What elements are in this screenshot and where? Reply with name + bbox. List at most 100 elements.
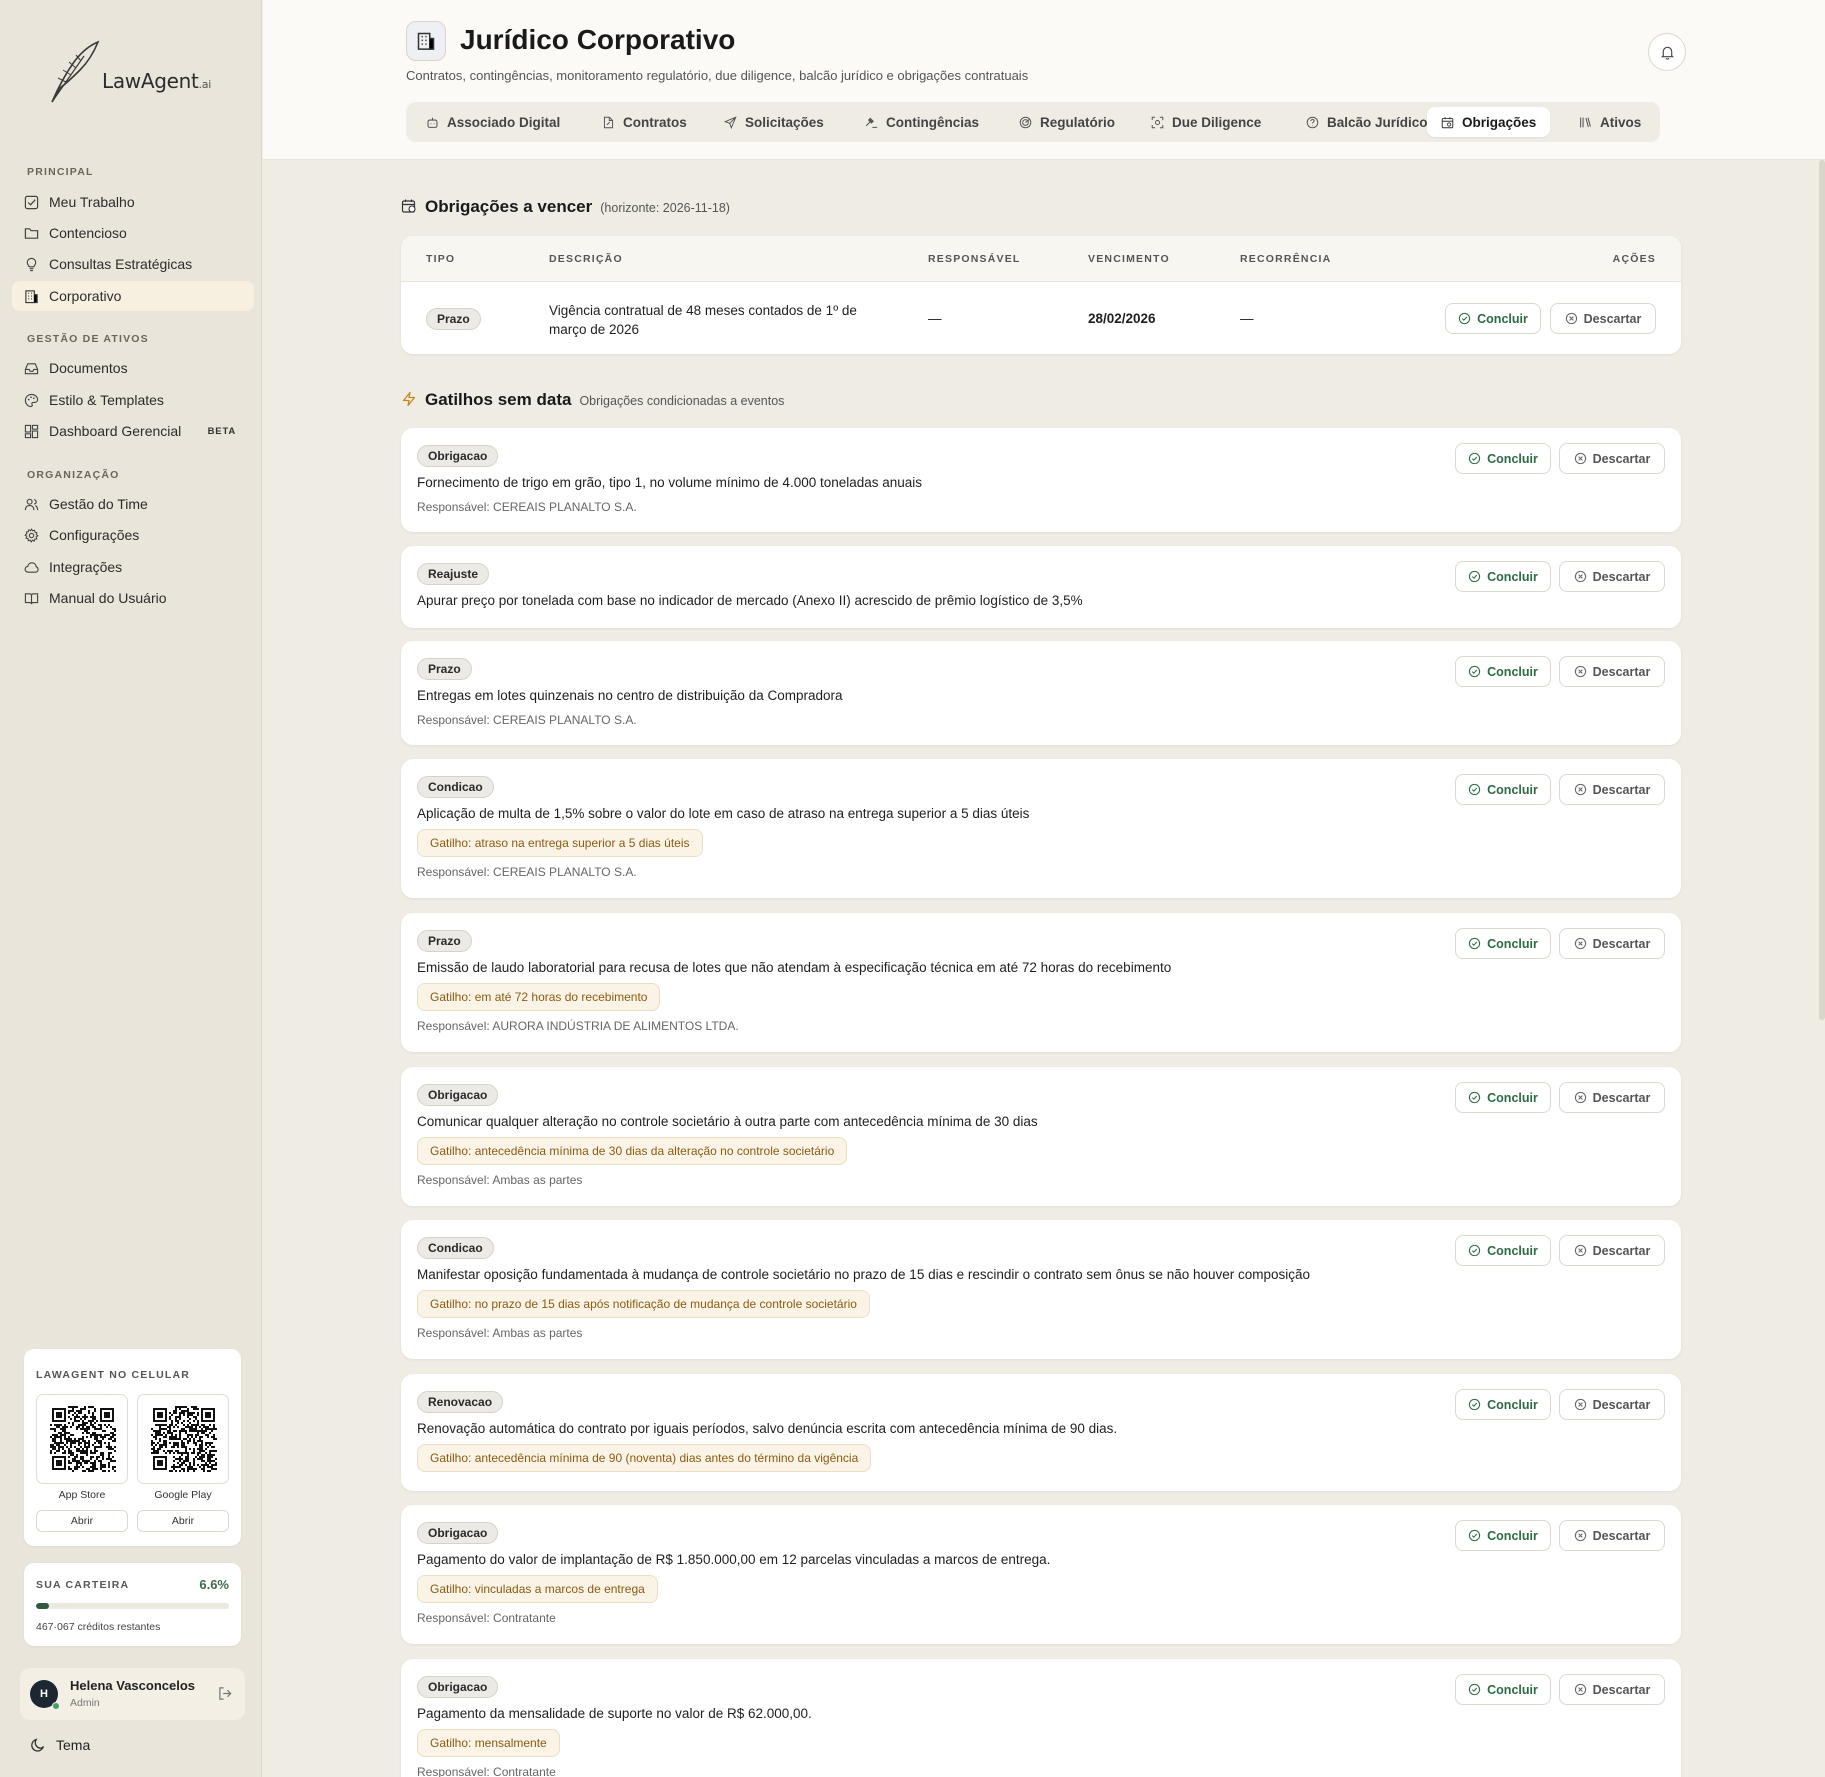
descartar-button[interactable]: Descartar <box>1550 303 1656 334</box>
app-store-open-button[interactable]: Abrir <box>36 1510 128 1532</box>
obligation-card: Condicao Manifestar oposição fundamentada… <box>401 1220 1681 1359</box>
concluir-button[interactable]: Concluir <box>1455 1674 1551 1705</box>
tab-ativos[interactable]: Ativos <box>1565 107 1655 137</box>
x-circle-icon <box>1574 1244 1586 1257</box>
descartar-button[interactable]: Descartar <box>1559 1235 1665 1266</box>
folder-icon <box>24 227 39 239</box>
lightbulb-icon <box>26 257 37 271</box>
building-icon <box>406 21 446 61</box>
column-header-recorrencia: RECORRÊNCIA <box>1240 253 1332 265</box>
concluir-button[interactable]: Concluir <box>1455 774 1551 805</box>
tab-regulatorio[interactable]: Regulatório <box>1005 107 1129 137</box>
tab-label: Obrigações <box>1462 114 1537 130</box>
tab-label: Solicitações <box>745 114 824 130</box>
sidebar-item-integracoes[interactable]: Integrações <box>12 552 254 582</box>
moon-icon <box>31 1738 45 1752</box>
column-header-vencimento: VENCIMENTO <box>1088 253 1170 265</box>
descartar-button[interactable]: Descartar <box>1559 1389 1665 1420</box>
descartar-button[interactable]: Descartar <box>1559 1674 1665 1705</box>
obligation-description: Fornecimento de trigo em grão, tipo 1, n… <box>417 475 923 490</box>
descartar-button[interactable]: Descartar <box>1559 1082 1665 1113</box>
dashboard-icon <box>24 424 39 438</box>
tab-solicitacoes[interactable]: Solicitações <box>710 107 838 137</box>
descartar-button[interactable]: Descartar <box>1559 774 1665 805</box>
trigger-condition: Gatilho: antecedência mínima de 90 (nove… <box>417 1444 872 1472</box>
tab-contingencias[interactable]: Contingências <box>851 107 993 137</box>
concluir-button[interactable]: Concluir <box>1455 561 1551 592</box>
concluir-button[interactable]: Concluir <box>1455 1235 1551 1266</box>
book-icon <box>24 592 39 604</box>
theme-toggle[interactable]: Tema <box>30 1737 90 1753</box>
check-circle-icon <box>1468 665 1481 678</box>
concluir-button[interactable]: Concluir <box>1455 443 1551 474</box>
descartar-button[interactable]: Descartar <box>1559 928 1665 959</box>
x-circle-icon <box>1574 1529 1586 1542</box>
sidebar-item-consultas[interactable]: Consultas Estratégicas <box>12 249 254 279</box>
type-badge: Obrigacao <box>417 445 499 467</box>
sidebar: LawAgent.ai PRINCIPAL Meu Trabalho Conte… <box>0 0 262 1777</box>
tab-bar: Associado Digital Contratos Solicitações… <box>406 102 1660 142</box>
cloud-icon <box>24 561 39 573</box>
obligation-card: Renovacao Renovação automática do contrat… <box>401 1374 1681 1491</box>
scan-icon <box>1151 116 1164 128</box>
concluir-button[interactable]: Concluir <box>1455 928 1551 959</box>
x-circle-icon <box>1574 1091 1586 1104</box>
help-circle-icon <box>1306 116 1319 128</box>
sidebar-item-label: Estilo & Templates <box>49 392 164 408</box>
sidebar-item-meu-trabalho[interactable]: Meu Trabalho <box>12 187 254 217</box>
obligation-card: Prazo Emissão de laudo laboratorial para … <box>401 913 1681 1052</box>
descartar-button[interactable]: Descartar <box>1559 443 1665 474</box>
sidebar-item-corporativo[interactable]: Corporativo <box>12 281 254 311</box>
obligation-responsavel: Responsável: CEREAIS PLANALTO S.A. <box>417 865 637 879</box>
check-circle-icon <box>1468 1529 1481 1542</box>
obligation-description: Emissão de laudo laboratorial para recus… <box>417 960 1172 975</box>
descartar-button[interactable]: Descartar <box>1559 656 1665 687</box>
tab-contratos[interactable]: Contratos <box>588 107 701 137</box>
trigger-condition: Gatilho: atraso na entrega superior a 5 … <box>417 829 703 857</box>
tab-balcao-juridico[interactable]: Balcão Jurídico <box>1292 107 1442 137</box>
descartar-button[interactable]: Descartar <box>1559 561 1665 592</box>
google-play-open-button[interactable]: Abrir <box>137 1510 229 1532</box>
obligation-description: Renovação automática do contrato por igu… <box>417 1421 1118 1436</box>
user-card[interactable]: H Helena Vasconcelos Admin <box>20 1668 245 1720</box>
page-header: Jurídico Corporativo Contratos, contingê… <box>263 0 1825 160</box>
due-table: TIPO DESCRIÇÃO RESPONSÁVEL VENCIMENTO RE… <box>401 236 1681 354</box>
robot-icon <box>427 117 438 128</box>
tab-due-diligence[interactable]: Due Diligence <box>1137 107 1275 137</box>
concluir-button[interactable]: Concluir <box>1455 656 1551 687</box>
sidebar-item-configuracoes[interactable]: Configurações <box>12 520 254 550</box>
notifications-button[interactable] <box>1648 33 1686 71</box>
concluir-button[interactable]: Concluir <box>1455 1389 1551 1420</box>
sidebar-item-documentos[interactable]: Documentos <box>12 353 254 383</box>
logout-icon[interactable] <box>218 1686 233 1701</box>
obligation-responsavel: Responsável: AURORA INDÚSTRIA DE ALIMENT… <box>417 1019 739 1033</box>
sidebar-item-manual[interactable]: Manual do Usuário <box>12 583 254 613</box>
triggers-section-title: Gatilhos sem data Obrigações condicionad… <box>401 389 784 410</box>
concluir-button[interactable]: Concluir <box>1455 1520 1551 1551</box>
sidebar-item-label: Configurações <box>49 527 140 543</box>
sidebar-item-estilo[interactable]: Estilo & Templates <box>12 385 254 415</box>
row-vencimento: 28/02/2026 <box>1088 311 1156 326</box>
logo[interactable]: LawAgent.ai <box>44 38 211 106</box>
concluir-button[interactable]: Concluir <box>1455 1082 1551 1113</box>
x-circle-icon <box>1574 452 1586 465</box>
descartar-button[interactable]: Descartar <box>1559 1520 1665 1551</box>
concluir-button[interactable]: Concluir <box>1445 303 1541 334</box>
check-circle-icon <box>1458 312 1471 325</box>
sidebar-item-label: Corporativo <box>49 288 122 304</box>
sidebar-item-gestao-time[interactable]: Gestão do Time <box>12 489 254 519</box>
tab-label: Regulatório <box>1040 114 1116 130</box>
obligation-description: Aplicação de multa de 1,5% sobre o valor… <box>417 806 1030 821</box>
scrollbar[interactable] <box>1819 160 1825 1020</box>
type-badge: Reajuste <box>417 563 490 585</box>
tab-associado-digital[interactable]: Associado Digital <box>412 107 574 137</box>
check-circle-icon <box>1468 1244 1481 1257</box>
sidebar-item-contencioso[interactable]: Contencioso <box>12 218 254 248</box>
tab-obrigacoes[interactable]: Obrigações <box>1427 107 1551 137</box>
obligation-card: Condicao Aplicação de multa de 1,5% sobre… <box>401 759 1681 898</box>
check-circle-icon <box>1468 570 1481 583</box>
trigger-condition: Gatilho: no prazo de 15 dias após notifi… <box>417 1290 870 1318</box>
sidebar-item-dashboard[interactable]: Dashboard Gerencial BETA <box>12 416 254 446</box>
quill-logo-icon <box>51 40 100 103</box>
obligation-responsavel: Responsável: Contratante <box>417 1765 556 1777</box>
